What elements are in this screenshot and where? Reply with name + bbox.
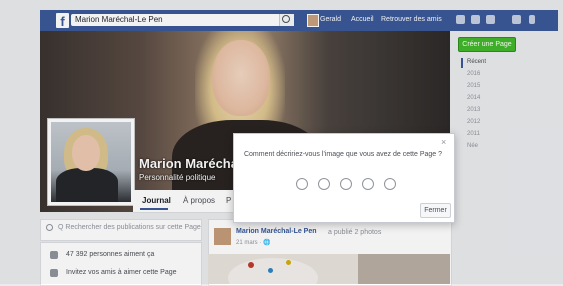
- dissatisfied-icon[interactable]: [318, 178, 330, 190]
- neutral-icon[interactable]: [340, 178, 352, 190]
- very-satisfied-icon[interactable]: [384, 178, 396, 190]
- feedback-question: Comment décririez-vous l’image que vous …: [243, 151, 443, 158]
- close-button[interactable]: Fermer: [420, 203, 451, 218]
- satisfied-icon[interactable]: [362, 178, 374, 190]
- very-dissatisfied-icon[interactable]: [296, 178, 308, 190]
- close-icon[interactable]: ×: [441, 137, 446, 147]
